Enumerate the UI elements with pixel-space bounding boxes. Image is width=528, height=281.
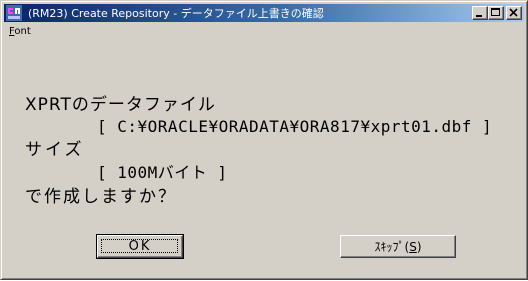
app-icon[interactable] [6,5,22,21]
skip-button-close: ) [416,239,422,254]
message-line-1: XPRTのデータファイル [25,95,216,115]
message-line-size: サイズ [25,140,85,160]
dialog-content: XPRTのデータファイル [ C:¥ORACLE¥ORADATA¥ORA817¥… [1,1,528,281]
ok-button[interactable]: OK [96,234,184,259]
window-title: (RM23) Create Repository - データファイル上書きの確認 [28,7,324,20]
maximize-icon [491,8,500,16]
message-file-path: [ C:¥ORACLE¥ORADATA¥ORA817¥xprt01.dbf ] [97,117,493,136]
focus-rect [101,239,178,253]
menu-font-label: ont [14,25,31,37]
menu-bar: Font [4,23,524,39]
minimize-button[interactable] [472,6,488,20]
message-size-value: [ 100Mバイト ] [97,163,228,182]
close-button[interactable] [506,6,522,20]
title-bar[interactable]: (RM23) Create Repository - データファイル上書きの確認 [4,4,524,22]
skip-button[interactable]: ｽｷｯﾌﾟ(S) [340,235,456,258]
close-icon [509,8,518,17]
maximize-button[interactable] [488,6,504,20]
message-question: で作成しますか？ [25,187,177,207]
menu-font[interactable]: Font [4,26,36,37]
title-buttons [472,6,522,20]
dialog-window: (RM23) Create Repository - データファイル上書きの確認 [0,0,528,280]
minimize-icon [476,15,482,17]
skip-button-label: ｽｷｯﾌﾟ( [374,240,410,254]
skip-button-mnemonic: S [409,239,417,254]
